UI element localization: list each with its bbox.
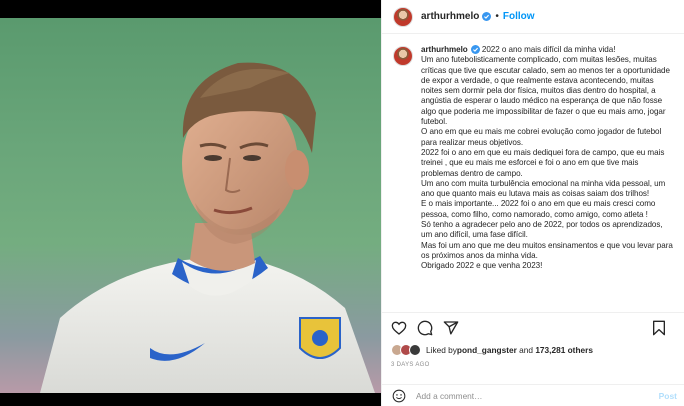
bookmark-icon[interactable] <box>651 320 665 336</box>
comment-bar: Post <box>382 384 684 406</box>
share-icon[interactable] <box>443 320 459 336</box>
post-image[interactable] <box>0 18 381 393</box>
caption: arthurhmelo 2022 o ano mais difícil da m… <box>421 45 675 312</box>
author-username[interactable]: arthurhmelo <box>421 11 479 22</box>
likes-summary: Liked by pond_gangster and 173,281 other… <box>391 343 593 357</box>
caption-author-avatar[interactable] <box>393 46 413 66</box>
caption-body: 2022 o ano mais difícil da minha vida! U… <box>421 45 673 271</box>
liker-avatar[interactable] <box>409 344 421 356</box>
action-bar <box>382 312 684 342</box>
separator-dot: • <box>495 11 499 22</box>
post-details-panel: arthurhmelo • Follow arthurhmelo 2022 o … <box>381 0 684 406</box>
comment-icon[interactable] <box>417 320 433 336</box>
verified-badge-icon <box>482 12 492 21</box>
comment-input[interactable] <box>416 390 636 401</box>
emoji-icon[interactable] <box>392 389 406 403</box>
likes-and: and <box>516 345 536 355</box>
heart-icon[interactable] <box>391 320 407 336</box>
verified-badge-icon <box>470 45 480 54</box>
player-portrait-illustration <box>40 62 375 393</box>
caption-section: arthurhmelo 2022 o ano mais difícil da m… <box>382 34 684 312</box>
post-photo-frame <box>0 0 381 406</box>
liker-avatars <box>391 344 421 356</box>
author-avatar[interactable] <box>393 6 413 27</box>
follow-button[interactable]: Follow <box>503 11 535 22</box>
caption-username[interactable]: arthurhmelo <box>421 45 468 54</box>
post-comment-button[interactable]: Post <box>659 391 677 401</box>
liker-username[interactable]: pond_gangster <box>457 345 517 355</box>
post-timestamp[interactable]: 3 DAYS AGO <box>391 362 430 368</box>
likes-count[interactable]: 173,281 others <box>535 345 593 355</box>
post-header: arthurhmelo • Follow <box>382 0 684 34</box>
likes-prefix: Liked by <box>426 345 457 355</box>
